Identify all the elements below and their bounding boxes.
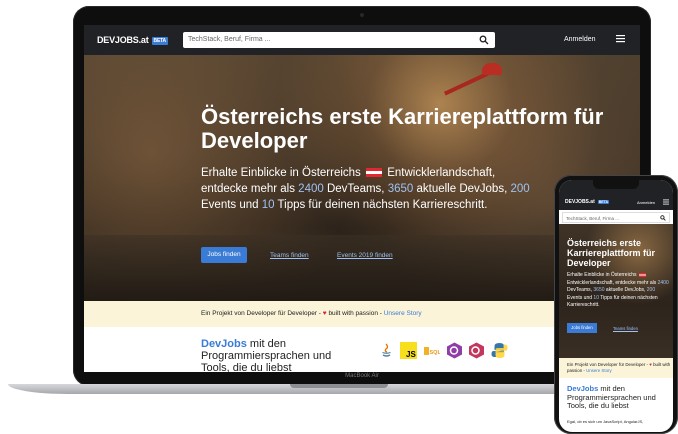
banner-text: Ein Projekt von Developer für Developer … <box>201 310 321 317</box>
camera-icon <box>360 13 364 17</box>
logo[interactable]: DEVJOBS.at BETA <box>97 35 168 45</box>
events-count: 200 <box>510 183 530 195</box>
heart-icon: ♥ <box>322 310 327 317</box>
heart-icon: ♥ <box>649 362 652 367</box>
hero-sub-text: Entwicklerlandschaft, entdecke mehr als <box>567 279 657 286</box>
search-input[interactable]: TechStack, Beruf, Firma ... <box>183 32 495 48</box>
hero-sub-text: DevTeams, <box>326 183 385 195</box>
unsere-story-link[interactable]: Unsere Story <box>586 368 612 373</box>
login-link[interactable]: Anmelden <box>564 36 596 43</box>
devteams-count: 2400 <box>298 183 324 195</box>
devjobs-count: 3650 <box>593 287 605 293</box>
svg-text:JS: JS <box>406 350 416 359</box>
hero-sub-text: DevTeams, <box>567 287 593 293</box>
hero-sub-text: aktuelle DevJobs, <box>416 183 508 195</box>
phone-notch <box>593 180 639 189</box>
beta-badge: BETA <box>151 36 168 45</box>
phone-logo[interactable]: DEVJOBS.at BETA <box>565 199 610 205</box>
banner-text: Ein Projekt von Developer für Developer … <box>567 362 649 367</box>
unsere-story-link[interactable]: Unsere Story <box>384 310 422 317</box>
teams-finden-link[interactable]: Teams finden <box>270 252 309 259</box>
sql-icon: SQL <box>424 347 441 356</box>
hamburger-icon[interactable] <box>616 34 625 43</box>
hero-sub-text: Erhalte Einblicke in Österreichs <box>567 272 637 278</box>
austria-flag-icon <box>366 168 382 178</box>
phone-screen: DEVJOBS.at BETA Anmelden TechStack, Beruf… <box>559 180 673 432</box>
devjobs-count: 3650 <box>387 183 414 195</box>
logo-text[interactable]: DEVJOBS.at <box>97 35 149 45</box>
phone-search-placeholder: TechStack, Beruf, Firma ... <box>566 215 620 221</box>
navbar: DEVJOBS.at BETA TechStack, Beruf, Firma .… <box>84 25 640 55</box>
phone-devjobs-heading: DevJobs mit den Programmiersprachen und … <box>567 384 671 411</box>
phone-login-link[interactable]: Anmelden <box>637 200 655 205</box>
phone-hero-subtitle: Erhalte Einblicke in Österreichs Entwick… <box>567 272 671 310</box>
hero-sub-text: Tipps für deinen nächsten Karriereschrit… <box>277 199 488 211</box>
devteams-count: 2400 <box>657 279 669 286</box>
hero-title: Österreichs erste Karriereplattform für … <box>201 104 604 153</box>
events-finden-link[interactable]: Events 2019 finden <box>337 252 393 259</box>
phone-jobs-finden-button[interactable]: Jobs finden <box>567 323 597 333</box>
phone-logo-text[interactable]: DEVJOBS.at <box>565 199 595 205</box>
austria-flag-icon <box>638 272 646 277</box>
phone-hero-title: Österreichs erste Karriereplattform für … <box>567 238 656 268</box>
devjobs-brand: DevJobs <box>201 338 247 350</box>
phone-search-input[interactable]: TechStack, Beruf, Firma ... <box>562 212 670 223</box>
hero-sub-text: Erhalte Einblicke in Österreichs <box>201 167 361 179</box>
java-icon <box>382 343 391 357</box>
svg-text:SQL: SQL <box>430 350 441 356</box>
tips-count: 10 <box>593 294 599 301</box>
tips-count: 10 <box>261 199 275 211</box>
hero-sub-text: Events und <box>567 294 593 301</box>
jobs-finden-button[interactable]: Jobs finden <box>201 247 247 263</box>
search-placeholder: TechStack, Beruf, Firma ... <box>188 36 271 43</box>
hero-sub-text: aktuelle DevJobs, <box>605 287 646 293</box>
laptop-notch <box>290 384 388 388</box>
hero-subtitle: Erhalte Einblicke in Österreichs Entwick… <box>201 165 531 213</box>
banner-passion-text: built with passion - <box>328 310 382 317</box>
search-icon[interactable] <box>479 35 489 45</box>
hamburger-icon[interactable] <box>663 199 669 205</box>
phone-beta-badge: BETA <box>597 199 610 204</box>
phone-project-banner-text: Ein Projekt von Developer für Developer … <box>567 362 671 374</box>
python-icon <box>491 343 508 358</box>
project-banner-text: Ein Projekt von Developer für Developer … <box>201 310 422 317</box>
phone-body-text: Egal, ob es sich um JavaScript, AngularJ… <box>567 419 644 424</box>
phone-frame: DEVJOBS.at BETA Anmelden TechStack, Beruf… <box>554 175 678 434</box>
phone-teams-finden-link[interactable]: Teams finden <box>613 326 638 331</box>
cpp-icon <box>469 342 484 359</box>
phone-project-banner: Ein Projekt von Developer für Developer … <box>559 358 673 378</box>
csharp-icon <box>447 342 462 359</box>
search-icon[interactable] <box>660 215 666 221</box>
hero-sub-text: Events und <box>201 199 259 211</box>
javascript-icon: JS <box>400 342 417 359</box>
events-count: 200 <box>646 287 656 293</box>
hero-background-lamp-head <box>482 63 502 75</box>
